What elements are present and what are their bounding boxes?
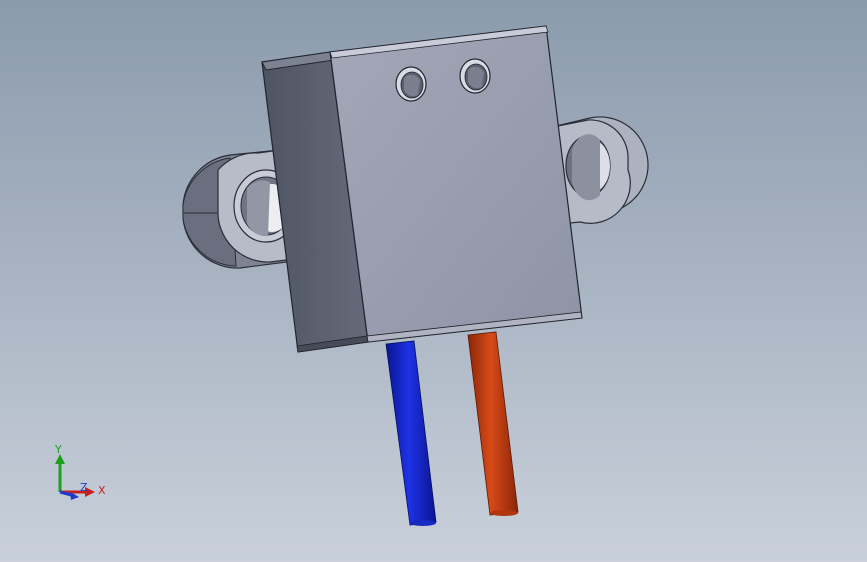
y-axis-arrow: [55, 454, 65, 492]
z-axis-label: Z: [80, 481, 88, 494]
3d-model-switch[interactable]: [0, 0, 867, 562]
x-axis-label: X: [98, 484, 106, 497]
body-hole-left: [395, 66, 427, 102]
graphics-viewport[interactable]: Y X Z: [0, 0, 867, 562]
wire-blue: [385, 340, 437, 526]
wire-red: [467, 331, 519, 516]
axis-triad: Y X Z: [54, 443, 106, 500]
body-front-face: [329, 25, 583, 343]
y-axis-label: Y: [54, 443, 62, 456]
body-hole-right: [459, 58, 491, 94]
